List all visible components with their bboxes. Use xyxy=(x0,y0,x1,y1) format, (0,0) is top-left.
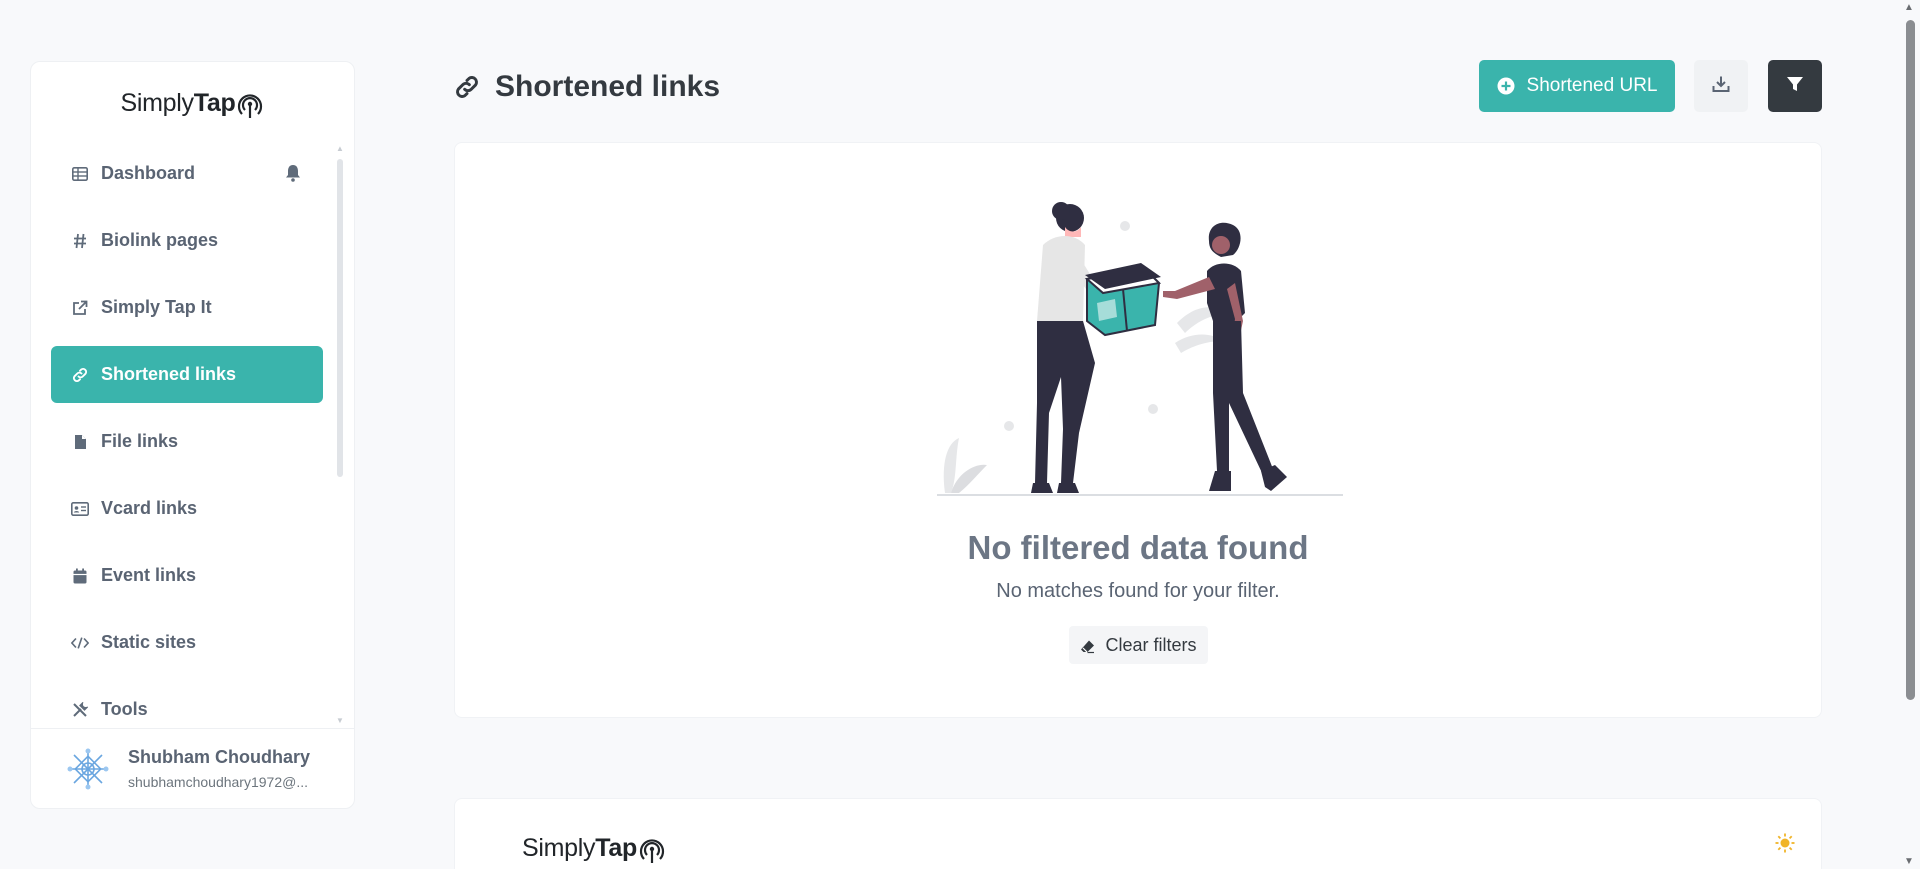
clear-filters-button[interactable]: Clear filters xyxy=(1069,626,1208,664)
user-name: Shubham Choudhary xyxy=(128,747,311,767)
page-header: Shortened links xyxy=(453,70,720,104)
brand-logo[interactable]: Simply Tap xyxy=(121,86,265,120)
sidebar-item-label: Static sites xyxy=(101,632,197,652)
empty-state-subtitle: No matches found for your filter. xyxy=(996,580,1280,602)
sidebar-item-biolink-pages[interactable]: Biolink pages xyxy=(51,212,323,269)
tools-icon xyxy=(71,701,89,719)
sidebar-item-static-sites[interactable]: Static sites xyxy=(51,614,323,671)
link-icon xyxy=(453,73,481,101)
calendar-icon xyxy=(71,567,89,585)
sidebar-item-label: Simply Tap It xyxy=(101,297,212,317)
sidebar-item-label: Vcard links xyxy=(101,498,198,518)
sidebar-item-label: Biolink pages xyxy=(101,230,219,250)
clear-filters-label: Clear filters xyxy=(1105,634,1197,655)
theme-toggle-sun-icon[interactable] xyxy=(1775,833,1795,858)
sidebar-item-file-links[interactable]: File links xyxy=(51,413,323,470)
sidebar-item-vcard-links[interactable]: Vcard links xyxy=(51,480,323,537)
add-shortened-url-button[interactable]: Shortened URL xyxy=(1479,60,1675,112)
sidebar-item-simply-tap-it[interactable]: Simply Tap It xyxy=(51,279,323,336)
tap-signal-icon xyxy=(238,94,263,118)
bell-icon[interactable] xyxy=(285,164,301,187)
file-icon xyxy=(71,433,89,451)
avatar xyxy=(67,748,109,789)
empty-state-title: No filtered data found xyxy=(967,529,1309,566)
filter-button[interactable] xyxy=(1768,60,1822,112)
sidebar-item-label: Dashboard xyxy=(101,163,196,183)
tap-signal-icon xyxy=(639,839,665,863)
table-grid-icon xyxy=(71,165,89,183)
user-profile[interactable]: Shubham Choudhary shubhamchoudhary1972@.… xyxy=(31,728,354,808)
page-scroll-down-icon[interactable]: ▼ xyxy=(1904,856,1914,867)
links-card: No filtered data found No matches found … xyxy=(454,142,1822,718)
code-icon xyxy=(71,634,89,652)
download-button[interactable] xyxy=(1694,60,1748,112)
sidebar-scrollbar[interactable] xyxy=(337,159,343,477)
add-shortened-url-label: Shortened URL xyxy=(1526,75,1658,96)
user-email: shubhamchoudhary1972@... xyxy=(128,774,308,790)
external-link-icon xyxy=(71,299,89,317)
page-scrollbar[interactable] xyxy=(1906,20,1915,700)
sidebar: Simply Tap Dashboard Biolink pages Simpl… xyxy=(30,61,355,809)
id-card-icon xyxy=(71,500,89,518)
link-icon xyxy=(71,366,89,384)
hash-icon xyxy=(71,232,89,250)
scroll-up-arrow-icon[interactable]: ▲ xyxy=(336,144,344,153)
filter-icon xyxy=(1786,75,1804,98)
sidebar-item-label: Shortened links xyxy=(101,364,237,384)
footer-brand-logo[interactable]: Simply Tap xyxy=(522,831,666,865)
scroll-down-arrow-icon[interactable]: ▼ xyxy=(336,716,344,725)
sidebar-item-dashboard[interactable]: Dashboard xyxy=(51,145,323,202)
page-scroll-up-icon[interactable]: ▲ xyxy=(1904,2,1914,13)
download-icon xyxy=(1712,75,1730,98)
empty-state-illustration xyxy=(937,202,1343,496)
sidebar-item-shortened-links[interactable]: Shortened links xyxy=(51,346,323,403)
footer: Simply Tap xyxy=(454,798,1822,869)
sidebar-item-event-links[interactable]: Event links xyxy=(51,547,323,604)
sidebar-item-label: Tools xyxy=(101,699,148,719)
page-title: Shortened links xyxy=(495,70,721,103)
sidebar-nav: Dashboard Biolink pages Simply Tap It Sh… xyxy=(51,145,323,748)
plus-circle-icon xyxy=(1497,77,1515,95)
sidebar-item-label: Event links xyxy=(101,565,197,585)
sidebar-item-label: File links xyxy=(101,431,179,451)
eraser-icon xyxy=(1080,638,1095,653)
